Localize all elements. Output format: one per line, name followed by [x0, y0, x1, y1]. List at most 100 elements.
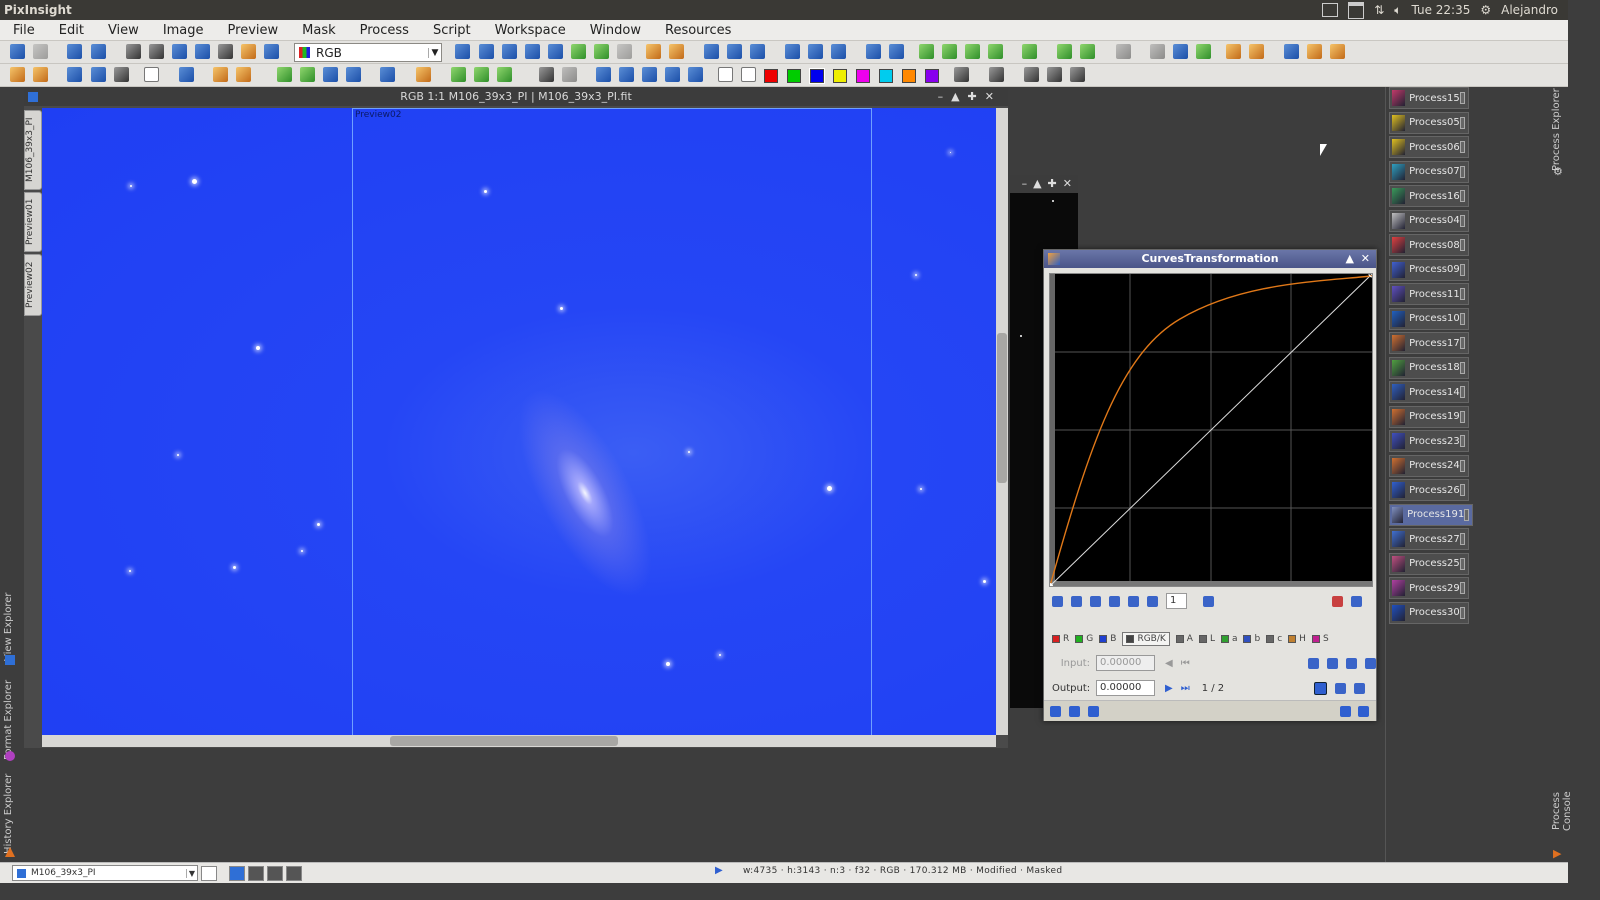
- process-icon-process19[interactable]: Process19: [1389, 405, 1469, 428]
- last-point-icon[interactable]: ⏭: [1181, 683, 1190, 694]
- violet-swatch[interactable]: [925, 69, 939, 83]
- gray-light-icon[interactable]: [562, 67, 577, 82]
- redo-icon[interactable]: [33, 44, 48, 59]
- next-point-icon[interactable]: ▶: [1165, 683, 1173, 694]
- copy-icon[interactable]: [1150, 44, 1165, 59]
- channel-h[interactable]: H: [1288, 634, 1306, 644]
- mask-show-icon[interactable]: [919, 44, 934, 59]
- pointer-icon[interactable]: [617, 44, 632, 59]
- apply-icon[interactable]: [1069, 706, 1080, 717]
- gear-icon[interactable]: ⚙: [1553, 165, 1563, 178]
- image-window-titlebar[interactable]: RGB 1:1 M106_39x3_PI | M106_39x3_PI.fit …: [24, 88, 1008, 106]
- input-field[interactable]: 0.00000: [1096, 655, 1155, 671]
- tab-main-view[interactable]: M106_39x3_PI: [24, 110, 42, 190]
- pin-icon[interactable]: [1459, 386, 1465, 398]
- save-icon[interactable]: [241, 44, 256, 59]
- blue-swatch[interactable]: [809, 68, 825, 84]
- image-color-icon[interactable]: [114, 67, 129, 82]
- cyan-swatch[interactable]: [879, 69, 893, 83]
- volume-icon[interactable]: 🔈︎: [1394, 3, 1401, 18]
- process-icon-process06[interactable]: Process06: [1389, 136, 1469, 158]
- process-icon-process191[interactable]: Process191: [1389, 503, 1473, 526]
- history-explorer-tab[interactable]: History Explorer: [3, 769, 19, 859]
- rotate-180-icon[interactable]: [642, 67, 657, 82]
- new-window-icon[interactable]: [201, 866, 217, 881]
- pin-icon[interactable]: [1459, 582, 1465, 594]
- script-icon[interactable]: [1196, 44, 1211, 59]
- pin-icon[interactable]: [1459, 606, 1465, 619]
- background-window-controls[interactable]: –▲✚✕: [1010, 175, 1078, 193]
- show-all-curves-icon[interactable]: [1332, 595, 1343, 607]
- vertical-scrollbar[interactable]: [996, 108, 1008, 735]
- channel-g[interactable]: G: [1075, 634, 1093, 644]
- play-icon[interactable]: ▶: [715, 865, 723, 876]
- tab-preview01[interactable]: Preview01: [24, 192, 42, 252]
- pan-icon[interactable]: [1147, 595, 1158, 607]
- output-field[interactable]: 0.00000: [1096, 680, 1155, 696]
- view-mode-3-icon[interactable]: [267, 866, 283, 881]
- zoom-in-icon[interactable]: [646, 44, 661, 59]
- redo-history-icon[interactable]: [1080, 44, 1095, 59]
- pin-icon[interactable]: [1459, 361, 1465, 374]
- yellow-swatch[interactable]: [833, 69, 847, 83]
- documentation-icon[interactable]: [1340, 706, 1351, 717]
- image-red-icon[interactable]: [91, 67, 106, 82]
- process-icon-process25[interactable]: Process25: [1389, 552, 1469, 575]
- process-icon-process09[interactable]: Process09: [1389, 258, 1469, 281]
- pin-icon[interactable]: [1459, 435, 1465, 447]
- process-icon-process15[interactable]: Process15: [1389, 87, 1469, 109]
- mask-remove-icon[interactable]: [988, 44, 1003, 59]
- scroll-thumb[interactable]: [390, 736, 618, 746]
- rgb-icon[interactable]: [126, 44, 141, 59]
- reset-zoom-icon[interactable]: [1203, 595, 1214, 607]
- global-icon[interactable]: [1330, 44, 1345, 59]
- menu-resources[interactable]: Resources: [652, 23, 742, 38]
- duplicate-icon[interactable]: [91, 44, 106, 59]
- show-grid-icon[interactable]: [1351, 595, 1362, 607]
- window-icon[interactable]: [866, 44, 881, 59]
- channel-l[interactable]: L: [1198, 634, 1215, 644]
- mirror-horizontal-icon[interactable]: [665, 67, 680, 82]
- folder-icon[interactable]: [33, 67, 48, 82]
- color-space-select[interactable]: RGB ▼: [294, 43, 442, 62]
- menu-file[interactable]: File: [0, 23, 46, 38]
- delete-point-icon[interactable]: [1090, 595, 1101, 607]
- open-icon[interactable]: [10, 67, 25, 82]
- view-mode-4-icon[interactable]: [286, 866, 302, 881]
- pin-icon[interactable]: [1459, 190, 1465, 202]
- network-icon[interactable]: ⇅: [1374, 3, 1384, 17]
- edit-point-icon[interactable]: [1052, 595, 1063, 607]
- channel-rgbk[interactable]: RGB/K: [1122, 632, 1170, 646]
- crop-icon[interactable]: [179, 67, 194, 82]
- process-icon-process30[interactable]: Process30: [1389, 601, 1469, 624]
- red-swatch[interactable]: [764, 69, 778, 83]
- pin-icon[interactable]: [1459, 288, 1465, 300]
- no-color-icon[interactable]: [741, 67, 756, 82]
- zoom-in-icon[interactable]: [1109, 595, 1120, 607]
- color-sampler-icon[interactable]: [718, 67, 733, 82]
- pin-icon[interactable]: [1459, 410, 1465, 423]
- clock[interactable]: Tue 22:35: [1411, 3, 1470, 17]
- reset-icon[interactable]: [1358, 706, 1369, 717]
- process-explorer-tab[interactable]: Process Explorer: [1551, 87, 1567, 172]
- close-icon[interactable]: ✕: [1361, 250, 1370, 268]
- list-icon[interactable]: [1249, 44, 1264, 59]
- pin-icon[interactable]: [1459, 263, 1465, 276]
- zoom-spinbox[interactable]: 1: [1166, 593, 1187, 609]
- lock-icon[interactable]: [1116, 44, 1131, 59]
- magenta-swatch[interactable]: [856, 69, 870, 83]
- undo-icon[interactable]: [10, 44, 25, 59]
- process-icon-process05[interactable]: Process05: [1389, 111, 1469, 134]
- user-name[interactable]: Alejandro: [1501, 3, 1558, 17]
- channel-a[interactable]: A: [1175, 634, 1193, 644]
- pin-icon[interactable]: [1459, 337, 1465, 349]
- zoom-center-icon[interactable]: [750, 44, 765, 59]
- reset-all-icon[interactable]: [1364, 657, 1376, 669]
- zoom-1-1-icon[interactable]: [525, 44, 540, 59]
- curves-titlebar[interactable]: CurvesTransformation ▲ ✕: [1044, 250, 1376, 268]
- process-icon-process14[interactable]: Process14: [1389, 381, 1469, 403]
- image-canvas[interactable]: Preview02: [42, 108, 996, 735]
- real-time-preview-icon[interactable]: [1088, 706, 1099, 717]
- layer-2-icon[interactable]: [1047, 67, 1062, 82]
- layer-1-icon[interactable]: [1024, 67, 1039, 82]
